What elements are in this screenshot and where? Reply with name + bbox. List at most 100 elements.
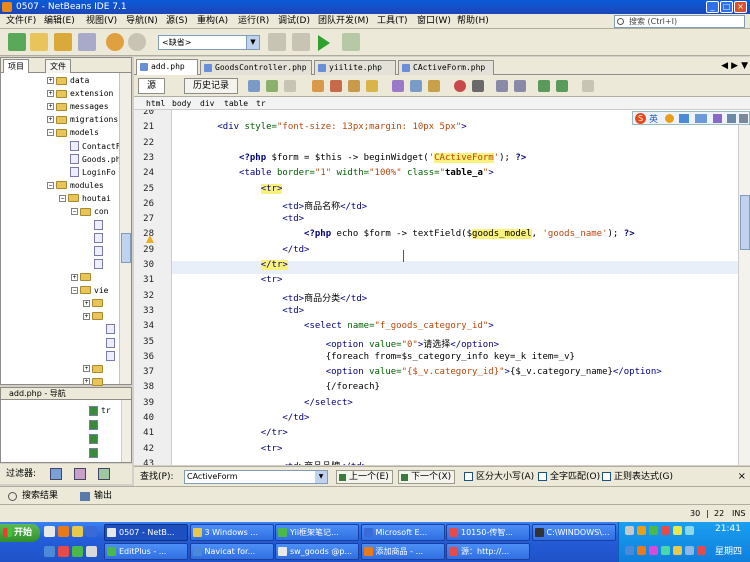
collapse-icon[interactable]: − — [71, 286, 78, 294]
tree-file[interactable] — [95, 336, 118, 349]
editor-tab-goodscontroller[interactable]: GoodsController.php — [200, 60, 312, 75]
breadcrumb-html[interactable]: html — [146, 97, 165, 110]
expand-icon[interactable]: + — [47, 90, 54, 98]
tray-icon[interactable] — [637, 526, 646, 535]
navigator-item[interactable]: tr — [89, 404, 111, 417]
taskbar-button[interactable]: 3 Windows ... — [189, 524, 274, 541]
back-icon[interactable] — [266, 80, 278, 92]
tray-icon[interactable] — [673, 546, 682, 555]
taskbar-button[interactable]: C:\WINDOWS\... — [531, 524, 616, 541]
ime-toolbar[interactable]: S 英 — [632, 111, 750, 125]
code-line[interactable]: </select> — [174, 398, 353, 408]
quicklaunch-icon[interactable] — [86, 546, 97, 557]
menu-run[interactable]: 运行(R) — [236, 15, 271, 28]
code-line[interactable]: <td>商品品牌</td> — [174, 459, 367, 465]
quicklaunch-icon[interactable] — [44, 526, 55, 537]
breadcrumb-div[interactable]: div — [200, 97, 214, 110]
tray-icon[interactable] — [685, 526, 694, 535]
ime-skin-icon[interactable] — [727, 114, 736, 123]
breadcrumb-body[interactable]: body — [172, 97, 191, 110]
match-case-checkbox[interactable] — [464, 472, 473, 481]
code-line[interactable]: <?php $form = $this -> beginWidget('CAct… — [174, 152, 526, 163]
tree-folder[interactable]: + — [83, 362, 106, 375]
code-line[interactable]: <?php echo $form -> textField($goods_mod… — [174, 229, 635, 240]
debug-icon[interactable] — [342, 33, 360, 51]
search-results-tab[interactable]: 搜索结果 — [22, 487, 58, 505]
regex-checkbox[interactable] — [602, 472, 611, 481]
tree-file[interactable]: LoginFo — [59, 166, 116, 179]
tree-folder[interactable]: + messages — [47, 100, 109, 113]
code-line[interactable]: <table border="1" width="100%" class="ta… — [174, 168, 494, 178]
tree-folder[interactable]: + — [71, 271, 94, 284]
expand-icon[interactable]: + — [83, 299, 90, 307]
menu-debug[interactable]: 调试(D) — [276, 15, 312, 28]
tree-folder[interactable]: + migrations — [47, 113, 118, 126]
taskbar-button[interactable]: 0507 - NetB... — [104, 524, 188, 541]
tray-icon[interactable] — [649, 546, 658, 555]
filter-nonpublic-icon[interactable] — [74, 468, 86, 480]
tree-file[interactable] — [83, 218, 106, 231]
find-next-icon[interactable] — [348, 80, 360, 92]
format-icon[interactable] — [582, 80, 594, 92]
configuration-select[interactable]: <缺省> ▼ — [158, 35, 260, 50]
taskbar-button[interactable]: 源：http://... — [446, 543, 530, 560]
navigator-item[interactable] — [89, 446, 101, 459]
menu-edit[interactable]: 编辑(E) — [42, 15, 77, 28]
clock-time[interactable]: 21:41 — [715, 524, 741, 534]
navigator-scrollbar[interactable] — [121, 400, 131, 462]
taskbar-button[interactable]: 添加商品 - ... — [360, 543, 445, 560]
ime-settings-icon[interactable] — [739, 114, 748, 123]
shift-right-icon[interactable] — [556, 80, 568, 92]
comment-icon[interactable] — [496, 80, 508, 92]
output-tab[interactable]: 输出 — [94, 487, 112, 505]
collapse-icon[interactable]: − — [47, 181, 54, 189]
ime-moon-icon[interactable] — [665, 114, 674, 123]
clean-build-icon[interactable] — [292, 33, 310, 51]
prev-bookmark-icon[interactable] — [392, 80, 404, 92]
shift-left-icon[interactable] — [538, 80, 550, 92]
collapse-icon[interactable]: − — [47, 129, 54, 137]
warning-icon[interactable] — [146, 235, 154, 243]
ide-search-input[interactable]: 搜索 (Ctrl+I) — [614, 15, 745, 28]
open-project-icon[interactable] — [54, 33, 72, 51]
close-button[interactable]: × — [734, 1, 747, 13]
tree-folder[interactable]: − con — [71, 205, 108, 218]
tree-file[interactable] — [83, 244, 106, 257]
new-project-icon[interactable] — [8, 33, 26, 51]
quicklaunch-ie-icon[interactable] — [86, 526, 97, 537]
expand-icon[interactable]: + — [47, 103, 54, 111]
editor-tab-yiilite[interactable]: yiilite.php — [314, 60, 396, 75]
tree-folder[interactable]: − vie — [71, 284, 108, 297]
code-line[interactable]: </tr> — [174, 260, 288, 270]
tab-projects[interactable]: 项目 — [3, 59, 29, 73]
expand-icon[interactable]: + — [71, 273, 78, 281]
scrollbar-thumb[interactable] — [121, 233, 131, 263]
code-line[interactable]: <option value="0">请选择</option> — [174, 337, 499, 350]
expand-icon[interactable]: + — [83, 365, 90, 373]
code-line[interactable]: <div style="font-size: 13px;margin: 10px… — [174, 122, 466, 132]
minimize-button[interactable]: _ — [706, 1, 719, 13]
collapse-icon[interactable]: − — [71, 208, 78, 215]
code-line[interactable]: <tr> — [174, 183, 283, 194]
stop-macro-icon[interactable] — [472, 80, 484, 92]
tab-list-right-icon[interactable]: ▶ — [731, 61, 738, 71]
next-bookmark-icon[interactable] — [410, 80, 422, 92]
code-line[interactable]: <td> — [174, 214, 304, 224]
tree-file[interactable] — [83, 231, 106, 244]
find-prev-button[interactable]: 上一个(E) — [336, 470, 393, 484]
undo-icon[interactable] — [106, 33, 124, 51]
menu-file[interactable]: 文件(F) — [4, 15, 38, 28]
editor-tab-cactiveform[interactable]: CActiveForm.php — [398, 60, 494, 75]
expand-icon[interactable]: + — [83, 312, 90, 320]
code-line[interactable]: </tr> — [174, 428, 288, 438]
tab-list-icon[interactable]: ▼ — [741, 61, 748, 71]
tray-icon[interactable] — [661, 526, 670, 535]
expand-icon[interactable]: + — [83, 378, 90, 386]
menu-navigate[interactable]: 导航(N) — [124, 15, 160, 28]
filter-static-icon[interactable] — [98, 468, 110, 480]
menu-tools[interactable]: 工具(T) — [375, 15, 410, 28]
menu-window[interactable]: 窗口(W) — [415, 15, 453, 28]
tray-icon[interactable] — [637, 546, 646, 555]
tree-folder[interactable]: + — [83, 310, 106, 323]
code-line[interactable]: <td>商品分类</td> — [174, 291, 367, 304]
